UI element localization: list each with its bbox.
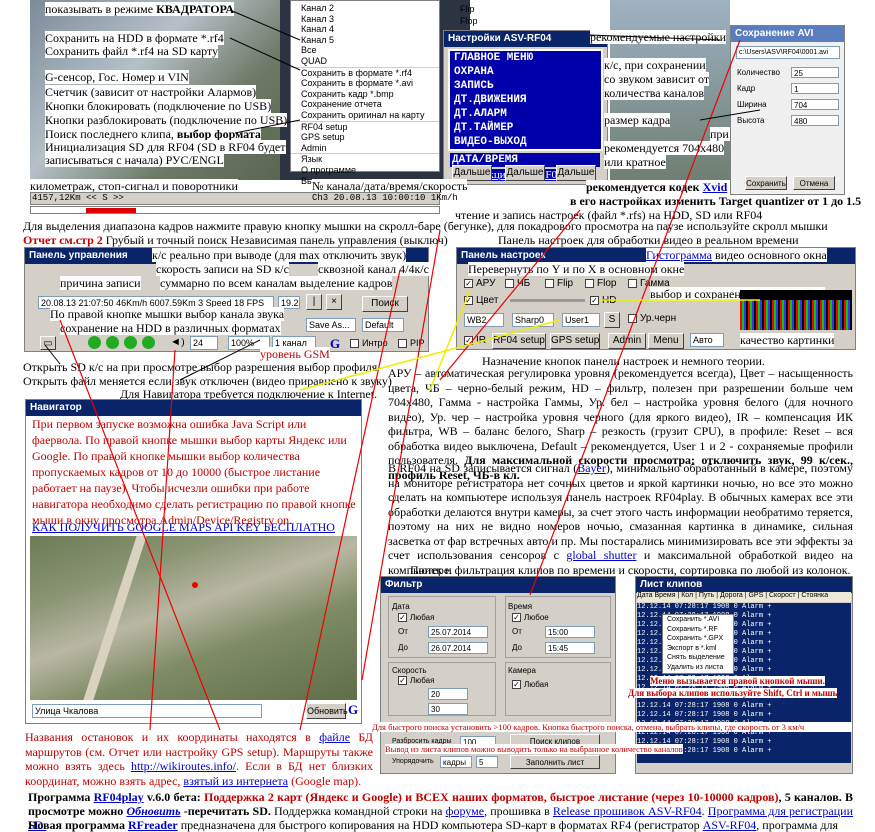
annotation-arrows: [44, 9, 761, 731]
